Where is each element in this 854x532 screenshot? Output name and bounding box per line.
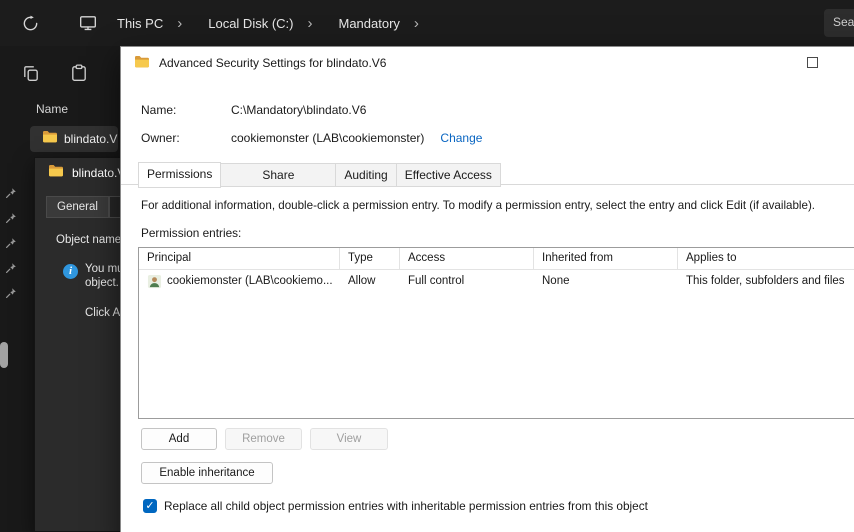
search-input[interactable]: Sea	[824, 9, 854, 37]
name-label: Name:	[141, 103, 177, 117]
column-header-type[interactable]: Type	[340, 248, 400, 269]
screen: This PC › Local Disk (C:) › Mandatory › …	[0, 0, 854, 532]
advanced-security-dialog: Advanced Security Settings for blindato.…	[120, 46, 854, 532]
object-name-label: Object name:	[56, 234, 125, 246]
dialog-title: Advanced Security Settings for blindato.…	[159, 56, 387, 70]
search-text: Sea	[833, 15, 854, 29]
refresh-icon[interactable]	[22, 15, 39, 32]
folder-icon	[42, 129, 58, 150]
permission-entries-table: Principal Type Access Inherited from App…	[138, 247, 854, 419]
properties-title: blindato.V	[72, 166, 126, 180]
owner-label: Owner:	[141, 131, 180, 145]
pin-icon	[5, 211, 17, 229]
owner-field-row: Owner: cookiemonster (LAB\cookiemonster)…	[141, 131, 482, 145]
column-header-access[interactable]: Access	[400, 248, 534, 269]
pin-icon	[5, 261, 17, 279]
chevron-right-icon[interactable]: ›	[307, 16, 312, 31]
change-owner-link[interactable]: Change	[440, 131, 482, 145]
tab-general[interactable]: General	[46, 196, 109, 218]
this-pc-icon	[79, 14, 97, 32]
dialog-titlebar: Advanced Security Settings for blindato.…	[121, 47, 854, 79]
file-item-label: blindato.V6	[64, 132, 118, 146]
pin-icon	[5, 186, 17, 204]
name-field-row: Name: C:\Mandatory\blindato.V6	[141, 103, 366, 117]
chevron-right-icon[interactable]: ›	[177, 16, 182, 31]
entry-access: Full control	[408, 275, 465, 287]
entry-applies-to: This folder, subfolders and files	[686, 275, 845, 287]
column-header-inherited-from[interactable]: Inherited from	[534, 248, 678, 269]
name-column-header[interactable]: Name	[36, 102, 68, 116]
instruction-text: For additional information, double-click…	[141, 199, 816, 212]
maximize-button[interactable]	[807, 57, 818, 68]
replace-permissions-row: ✓ Replace all child object permission en…	[143, 499, 648, 513]
column-header-applies-to[interactable]: Applies to	[678, 248, 854, 269]
pin-icon	[5, 236, 17, 254]
tab-share[interactable]: Share	[220, 163, 337, 187]
user-avatar-icon	[147, 274, 162, 289]
scrollbar-thumb[interactable]	[0, 342, 8, 368]
owner-value: cookiemonster (LAB\cookiemonster)	[231, 131, 425, 145]
breadcrumb-this-pc[interactable]: This PC	[117, 16, 163, 31]
properties-info-text: object.	[85, 277, 119, 289]
folder-icon	[134, 54, 150, 73]
dialog-tabs: Permissions Share Auditing Effective Acc…	[138, 162, 501, 188]
copy-icon[interactable]	[22, 64, 40, 87]
entry-principal: cookiemonster (LAB\cookiemo...	[167, 275, 333, 287]
entry-type: Allow	[348, 275, 376, 287]
tab-permissions[interactable]: Permissions	[138, 162, 222, 188]
info-icon: i	[63, 264, 78, 279]
remove-button[interactable]: Remove	[225, 428, 302, 450]
pin-icon	[5, 286, 17, 304]
breadcrumb-local-disk[interactable]: Local Disk (C:)	[208, 16, 293, 31]
chevron-right-icon[interactable]: ›	[414, 16, 419, 31]
column-header-principal[interactable]: Principal	[139, 248, 340, 269]
file-item-selected[interactable]: blindato.V6	[30, 126, 118, 152]
explorer-topbar: This PC › Local Disk (C:) › Mandatory › …	[0, 0, 854, 46]
breadcrumb-mandatory[interactable]: Mandatory	[338, 16, 399, 31]
add-button[interactable]: Add	[141, 428, 217, 450]
name-value: C:\Mandatory\blindato.V6	[231, 103, 367, 117]
permission-entries-label: Permission entries:	[141, 226, 242, 240]
paste-icon[interactable]	[70, 64, 88, 87]
folder-icon	[48, 163, 64, 184]
view-button[interactable]: View	[310, 428, 388, 450]
tab-auditing[interactable]: Auditing	[335, 163, 397, 187]
table-header-row: Principal Type Access Inherited from App…	[139, 248, 854, 270]
tab-effective-access[interactable]: Effective Access	[395, 163, 501, 187]
replace-permissions-checkbox[interactable]: ✓	[143, 499, 157, 513]
enable-inheritance-button[interactable]: Enable inheritance	[141, 462, 273, 484]
replace-permissions-label: Replace all child object permission entr…	[164, 499, 648, 513]
permission-entry-row[interactable]: cookiemonster (LAB\cookiemo... Allow Ful…	[139, 270, 854, 292]
entry-inherited-from: None	[542, 275, 570, 287]
